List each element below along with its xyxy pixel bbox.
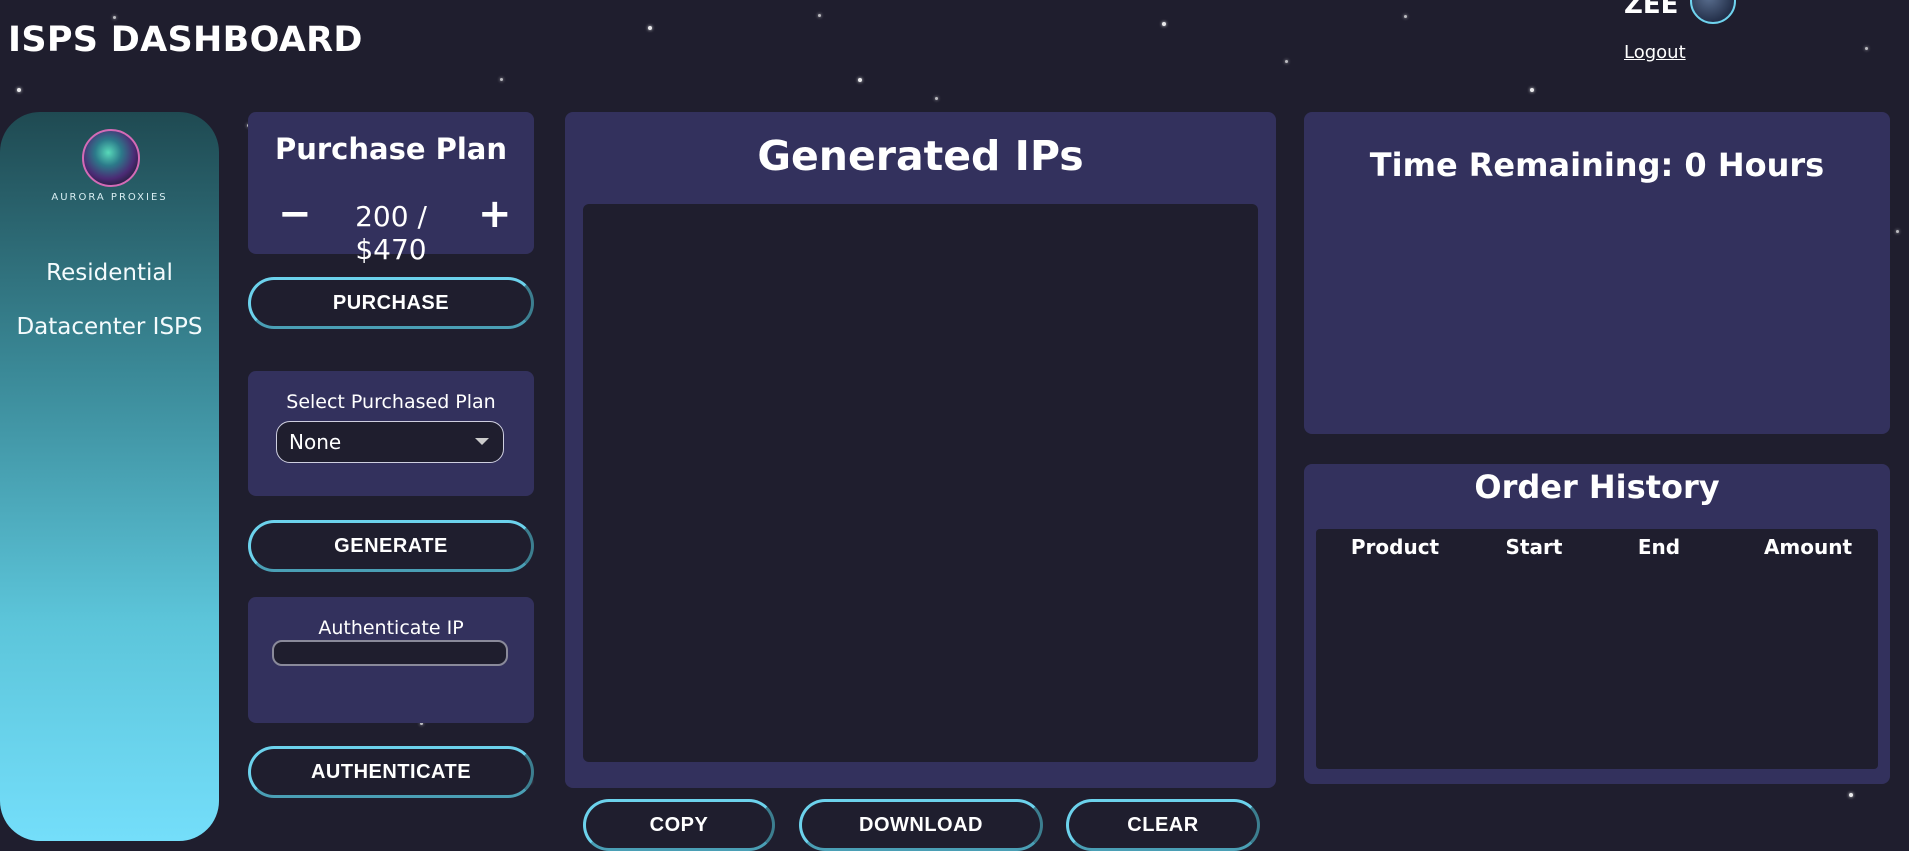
select-plan-panel: Select Purchased Plan None — [248, 371, 534, 496]
column-header-amount: Amount — [1763, 535, 1853, 559]
sidebar-item-residential[interactable]: Residential — [0, 260, 219, 286]
order-history-table: Product Start End Amount — [1316, 529, 1878, 769]
dropdown-caret-icon — [475, 438, 489, 445]
authenticate-button[interactable]: AUTHENTICATE — [248, 746, 534, 798]
generate-button[interactable]: GENERATE — [248, 520, 534, 572]
page-title: ISPS DASHBOARD — [8, 20, 363, 60]
column-header-product: Product — [1350, 535, 1440, 559]
sidebar: AURORA PROXIES Residential Datacenter IS… — [0, 112, 219, 841]
sidebar-item-datacenter-isps[interactable]: Datacenter ISPS — [0, 314, 219, 340]
order-history-title: Order History — [1474, 468, 1720, 506]
authenticate-ip-input[interactable] — [272, 640, 508, 666]
column-header-end: End — [1637, 535, 1681, 559]
time-remaining-text: Time Remaining: 0 Hours — [1369, 146, 1825, 184]
column-header-start: Start — [1505, 535, 1563, 559]
avatar[interactable] — [1690, 0, 1736, 24]
plan-quantity-price: 200 / $470 — [355, 200, 427, 266]
generated-ips-panel: Generated IPs — [565, 112, 1276, 788]
purchase-plan-panel: Purchase Plan − 200 / $470 + — [248, 112, 534, 266]
purchase-button[interactable]: PURCHASE — [248, 277, 534, 329]
purchased-plan-select[interactable]: None — [276, 421, 504, 463]
generated-ips-output[interactable] — [583, 204, 1258, 762]
logout-link[interactable]: Logout — [1624, 42, 1686, 63]
selected-plan-value: None — [289, 430, 342, 454]
clear-button[interactable]: CLEAR — [1066, 799, 1260, 851]
copy-button[interactable]: COPY — [583, 799, 775, 851]
authenticate-ip-label: Authenticate IP — [318, 617, 464, 639]
decrease-icon[interactable]: − — [278, 194, 312, 234]
select-plan-label: Select Purchased Plan — [286, 391, 496, 413]
increase-icon[interactable]: + — [478, 194, 512, 234]
generated-ips-title: Generated IPs — [757, 132, 1084, 180]
logo-text: AURORA PROXIES — [51, 192, 168, 203]
download-button[interactable]: DOWNLOAD — [799, 799, 1043, 851]
time-remaining-panel: Time Remaining: 0 Hours — [1304, 112, 1890, 434]
order-history-panel: Order History Product Start End Amount — [1304, 464, 1890, 784]
user-name: ZEE — [1624, 0, 1679, 20]
purchase-plan-title: Purchase Plan — [274, 132, 508, 166]
aurora-logo-icon — [82, 129, 140, 187]
authenticate-panel: Authenticate IP — [248, 597, 534, 723]
